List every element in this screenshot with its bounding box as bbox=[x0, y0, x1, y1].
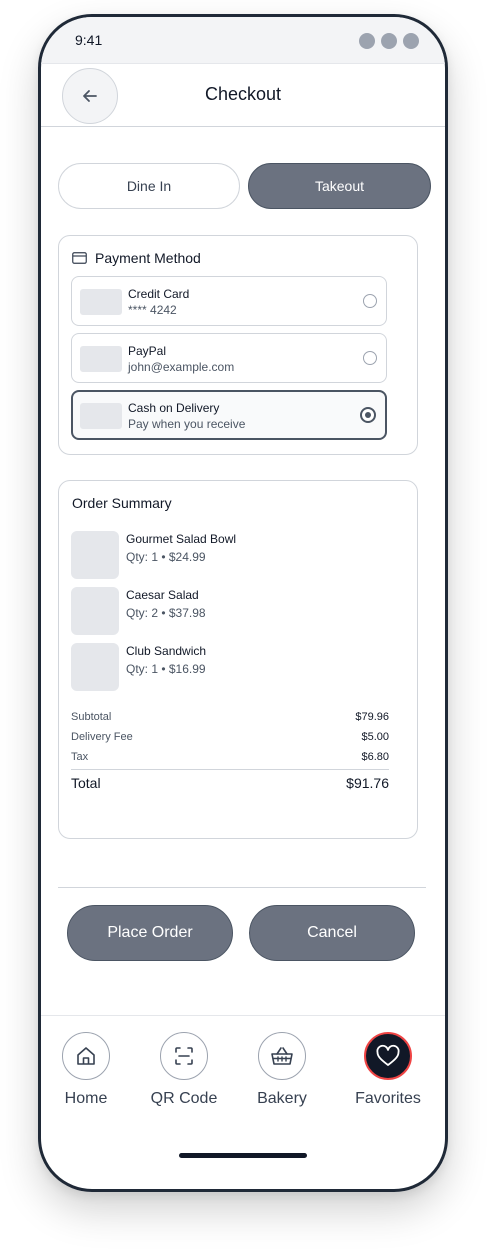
page-title: Checkout bbox=[204, 84, 282, 104]
payment-option-name: PayPal bbox=[128, 344, 167, 358]
total-value: $91.76 bbox=[346, 775, 389, 791]
total-row: Total $91.76 bbox=[71, 775, 389, 791]
card-logo-placeholder bbox=[80, 289, 122, 315]
payment-option-cash[interactable]: Cash on Delivery Pay when you receive bbox=[71, 390, 387, 440]
qr-scan-icon bbox=[175, 1047, 193, 1065]
delivery-fee-row: Delivery Fee $5.00 bbox=[71, 731, 389, 743]
nav-item-home[interactable]: Home bbox=[41, 1032, 131, 1108]
section-divider bbox=[58, 887, 426, 888]
header: Checkout bbox=[41, 64, 445, 127]
payment-option-detail: **** 4242 bbox=[128, 303, 177, 317]
tax-label: Tax bbox=[71, 751, 89, 763]
nav-label: Bakery bbox=[257, 1090, 307, 1107]
tax-value: $6.80 bbox=[361, 751, 389, 763]
status-indicators bbox=[359, 33, 419, 49]
item-qty-price: Qty: 1 • $24.99 bbox=[126, 550, 206, 564]
status-dot-icon bbox=[381, 33, 397, 49]
payment-radio-selected[interactable] bbox=[360, 407, 376, 423]
paypal-logo-placeholder bbox=[80, 346, 122, 372]
tax-row: Tax $6.80 bbox=[71, 751, 389, 763]
status-bar: 9:41 bbox=[41, 17, 445, 64]
payment-option-paypal[interactable]: PayPal john@example.com bbox=[71, 333, 387, 383]
payment-option-name: Credit Card bbox=[128, 287, 190, 301]
dine-in-button[interactable]: Dine In bbox=[58, 163, 240, 209]
nav-favorites-button[interactable] bbox=[364, 1032, 412, 1080]
credit-card-icon bbox=[72, 252, 87, 264]
payment-option-name: Cash on Delivery bbox=[128, 401, 220, 415]
order-item: Caesar Salad Qty: 2 • $37.98 bbox=[71, 587, 401, 635]
payment-option-detail: Pay when you receive bbox=[128, 417, 246, 431]
subtotal-label: Subtotal bbox=[71, 711, 112, 723]
status-time: 9:41 bbox=[75, 32, 103, 48]
payment-method-heading: Payment Method bbox=[72, 250, 201, 266]
nav-item-qr-code[interactable]: QR Code bbox=[139, 1032, 229, 1108]
item-image-placeholder bbox=[71, 587, 119, 635]
payment-option-credit-card[interactable]: Credit Card **** 4242 bbox=[71, 276, 387, 326]
phone-frame: 9:41 Checkout Dine In Takeout Payment Me… bbox=[38, 14, 448, 1192]
summary-divider bbox=[71, 769, 389, 770]
status-dot-icon bbox=[403, 33, 419, 49]
order-summary-card: Order Summary Gourmet Salad Bowl Qty: 1 … bbox=[58, 480, 418, 839]
nav-home-button[interactable] bbox=[62, 1032, 110, 1080]
item-name: Gourmet Salad Bowl bbox=[126, 532, 237, 546]
status-dot-icon bbox=[359, 33, 375, 49]
order-summary-title: Order Summary bbox=[72, 495, 172, 511]
payment-method-card: Payment Method Credit Card **** 4242 Pay… bbox=[58, 235, 418, 455]
payment-method-title: Payment Method bbox=[95, 250, 201, 266]
item-qty-price: Qty: 1 • $16.99 bbox=[126, 662, 206, 676]
delivery-fee-label: Delivery Fee bbox=[71, 731, 133, 743]
nav-item-favorites[interactable]: Favorites bbox=[343, 1032, 433, 1108]
order-item: Gourmet Salad Bowl Qty: 1 • $24.99 bbox=[71, 531, 401, 579]
place-order-button[interactable]: Place Order bbox=[67, 905, 233, 961]
home-icon bbox=[77, 1047, 95, 1065]
nav-qr-button[interactable] bbox=[160, 1032, 208, 1080]
nav-label: Favorites bbox=[355, 1090, 421, 1107]
delivery-fee-value: $5.00 bbox=[361, 731, 389, 743]
item-image-placeholder bbox=[71, 531, 119, 579]
home-indicator[interactable] bbox=[179, 1153, 307, 1158]
item-qty-price: Qty: 2 • $37.98 bbox=[126, 606, 206, 620]
nav-label: Home bbox=[64, 1090, 108, 1107]
item-name: Club Sandwich bbox=[126, 644, 207, 658]
subtotal-row: Subtotal $79.96 bbox=[71, 711, 389, 723]
payment-radio[interactable] bbox=[363, 294, 377, 308]
order-item: Club Sandwich Qty: 1 • $16.99 bbox=[71, 643, 401, 691]
nav-item-bakery[interactable]: Bakery bbox=[237, 1032, 327, 1108]
item-name: Caesar Salad bbox=[126, 588, 199, 602]
bottom-nav: Home QR Code Bakery Favorites bbox=[41, 1015, 445, 1189]
cash-logo-placeholder bbox=[80, 403, 122, 429]
nav-bakery-button[interactable] bbox=[258, 1032, 306, 1080]
payment-option-detail: john@example.com bbox=[128, 360, 235, 374]
nav-label: QR Code bbox=[150, 1090, 218, 1107]
payment-radio[interactable] bbox=[363, 351, 377, 365]
cancel-button[interactable]: Cancel bbox=[249, 905, 415, 961]
subtotal-value: $79.96 bbox=[355, 711, 389, 723]
total-label: Total bbox=[71, 775, 101, 791]
takeout-button[interactable]: Takeout bbox=[248, 163, 431, 209]
basket-icon bbox=[271, 1047, 293, 1065]
item-image-placeholder bbox=[71, 643, 119, 691]
heart-icon bbox=[376, 1044, 400, 1066]
